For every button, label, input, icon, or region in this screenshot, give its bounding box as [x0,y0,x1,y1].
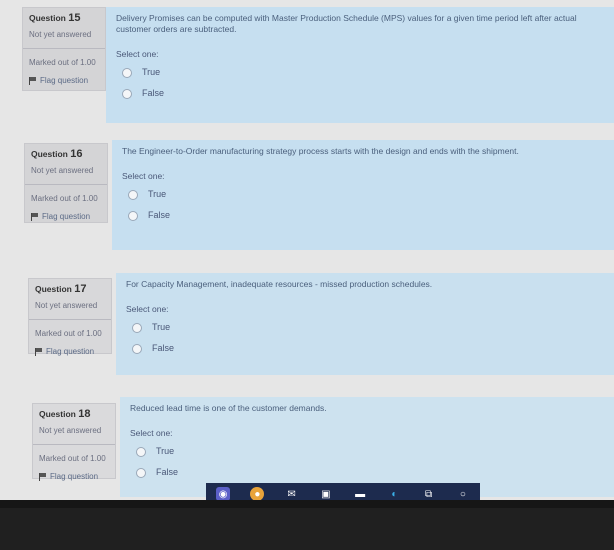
monitor-bezel [0,500,614,550]
divider [25,184,107,185]
radio-button[interactable] [128,189,138,200]
option-false[interactable]: False [132,343,604,354]
question-prompt: The Engineer-to-Order manufacturing stra… [122,146,519,156]
question-marks: Marked out of 1.00 [31,194,98,203]
question-info-16: Question 16 Not yet answered Marked out … [24,143,108,223]
question-info-15: Question 15 Not yet answered Marked out … [22,7,106,91]
question-info-18: Question 18 Not yet answered Marked out … [32,403,116,481]
divider [29,319,111,320]
question-number: Question 17 [35,283,87,295]
store-icon[interactable]: ▣ [319,487,333,501]
question-marks: Marked out of 1.00 [39,454,106,463]
option-true[interactable]: True [132,322,604,333]
option-false[interactable]: False [136,467,604,478]
task-view-icon[interactable]: ⧉ [422,487,436,501]
select-one-label: Select one: [122,171,165,181]
radio-button[interactable] [132,343,142,354]
radio-button[interactable] [132,322,142,333]
question-number: Question 16 [31,148,83,160]
radio-button[interactable] [122,88,132,99]
flag-icon [31,212,38,221]
divider [23,48,105,49]
option-true[interactable]: True [122,67,604,78]
question-content-17: For Capacity Management, inadequate reso… [116,273,614,375]
flag-icon [39,472,46,481]
question-marks: Marked out of 1.00 [29,58,96,67]
question-marks: Marked out of 1.00 [35,329,102,338]
flag-question-link[interactable]: Flag question [29,76,99,85]
question-status: Not yet answered [31,166,94,175]
question-content-18: Reduced lead time is one of the customer… [120,397,614,497]
chrome-icon[interactable]: ● [250,487,265,501]
question-prompt: Reduced lead time is one of the customer… [130,403,327,413]
mail-icon[interactable]: ✉ [285,487,299,501]
select-one-label: Select one: [116,49,159,59]
option-true[interactable]: True [128,189,604,200]
teams-icon[interactable]: ◉ [216,487,231,501]
radio-button[interactable] [136,446,146,457]
option-false[interactable]: False [128,210,604,221]
flag-icon [35,347,42,356]
flag-icon [29,76,36,85]
question-prompt: Delivery Promises can be computed with M… [116,13,577,34]
flag-question-link[interactable]: Flag question [35,347,105,356]
select-one-label: Select one: [130,428,173,438]
flag-question-link[interactable]: Flag question [39,472,109,481]
photos-icon[interactable]: ▬ [353,487,367,501]
select-one-label: Select one: [126,304,169,314]
question-content-16: The Engineer-to-Order manufacturing stra… [112,140,614,250]
question-number: Question 15 [29,12,81,24]
flag-question-link[interactable]: Flag question [31,212,101,221]
edge-icon[interactable]: ◐ [387,487,401,501]
search-circle-icon[interactable]: ○ [456,487,470,501]
question-info-17: Question 17 Not yet answered Marked out … [28,278,112,356]
question-status: Not yet answered [39,426,102,435]
question-status: Not yet answered [29,30,92,39]
question-number: Question 18 [39,408,91,420]
question-content-15: Delivery Promises can be computed with M… [106,7,614,123]
radio-button[interactable] [136,467,146,478]
divider [33,444,115,445]
question-prompt: For Capacity Management, inadequate reso… [126,279,433,289]
radio-button[interactable] [122,67,132,78]
question-status: Not yet answered [35,301,98,310]
option-true[interactable]: True [136,446,604,457]
option-false[interactable]: False [122,88,604,99]
radio-button[interactable] [128,210,138,221]
quiz-page: Question 15 Not yet answered Marked out … [0,0,614,505]
